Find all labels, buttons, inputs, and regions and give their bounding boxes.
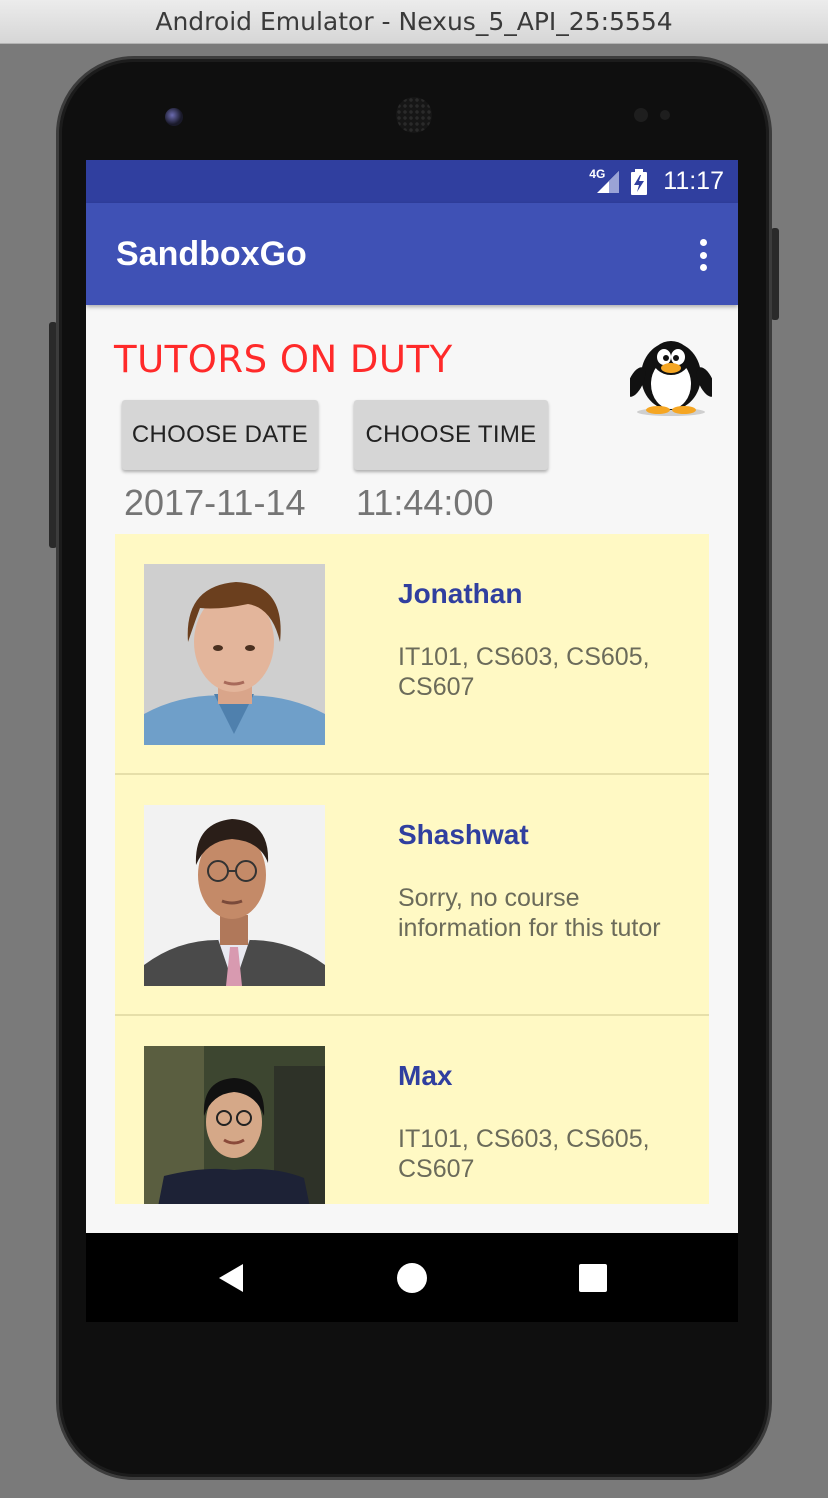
- tutor-courses: IT101, CS603, CS605, CS607: [398, 643, 650, 701]
- recents-icon[interactable]: [553, 1233, 633, 1322]
- choose-time-button[interactable]: CHOOSE TIME: [354, 400, 548, 470]
- tutor-photo-jonathan: [144, 564, 325, 745]
- tutor-name: Jonathan: [398, 578, 523, 609]
- tutor-row-jonathan[interactable]: Jonathan IT101, CS603, CS605, CS607: [115, 534, 709, 775]
- device-screen: 4G 11:17 SandboxGo TUTORS ON DUTY CHOOSE…: [86, 160, 738, 1322]
- overflow-menu-icon[interactable]: [698, 239, 708, 271]
- front-camera-icon: [165, 108, 183, 126]
- tutor-row-shashwat[interactable]: Shashwat Sorry, no course information fo…: [115, 775, 709, 1016]
- status-clock: 11:17: [663, 167, 724, 195]
- status-bar: 4G 11:17: [86, 160, 738, 203]
- back-icon[interactable]: [190, 1233, 270, 1322]
- tutor-photo-max: [144, 1046, 325, 1204]
- battery-charging-icon: [631, 168, 648, 195]
- tutor-courses: Sorry, no course information for this tu…: [398, 884, 661, 942]
- phone-right-button: [771, 228, 779, 320]
- selected-date: 2017-11-14: [124, 482, 306, 523]
- app-title: SandboxGo: [116, 235, 307, 273]
- penguin-icon: [630, 341, 712, 416]
- choose-date-button[interactable]: CHOOSE DATE: [122, 400, 318, 470]
- selected-time: 11:44:00: [356, 482, 494, 523]
- window-title: Android Emulator - Nexus_5_API_25:5554: [0, 0, 828, 44]
- signal-icon: 4G: [589, 167, 621, 195]
- tutor-name: Shashwat: [398, 819, 529, 850]
- tutor-courses: IT101, CS603, CS605, CS607: [398, 1125, 650, 1183]
- home-icon[interactable]: [372, 1233, 452, 1322]
- tutor-name: Max: [398, 1060, 453, 1091]
- page-title: TUTORS ON DUTY: [114, 338, 453, 381]
- navigation-bar: [86, 1233, 738, 1322]
- tutor-row-max[interactable]: Max IT101, CS603, CS605, CS607: [115, 1016, 709, 1204]
- speaker-grille: [396, 97, 432, 133]
- app-bar: SandboxGo: [86, 203, 738, 305]
- light-sensor: [660, 110, 670, 120]
- tutor-list[interactable]: Jonathan IT101, CS603, CS605, CS607 Shas…: [115, 534, 709, 1204]
- tutor-photo-shashwat: [144, 805, 325, 986]
- proximity-sensor: [634, 108, 648, 122]
